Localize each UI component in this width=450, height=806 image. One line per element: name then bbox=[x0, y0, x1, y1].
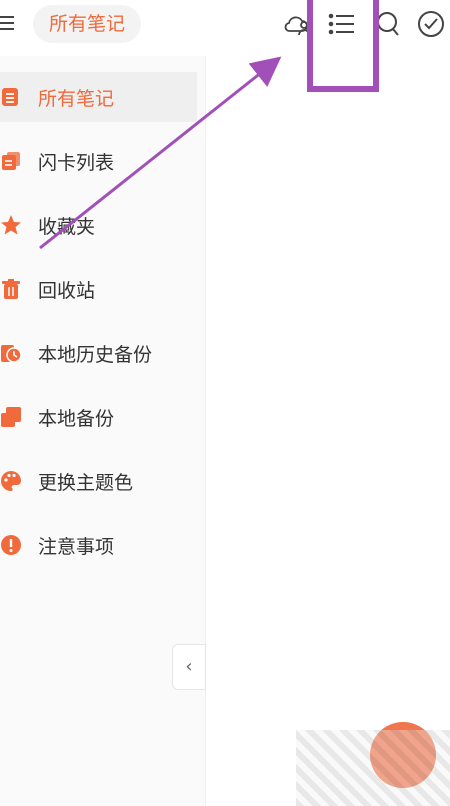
star-icon bbox=[0, 214, 22, 236]
sidebar-item-notes-attention[interactable]: 注意事项 bbox=[0, 520, 197, 570]
sidebar-item-theme-color[interactable]: 更换主题色 bbox=[0, 456, 197, 506]
sidebar-item-label: 所有笔记 bbox=[38, 87, 115, 110]
sidebar-item-label: 本地备份 bbox=[38, 407, 115, 430]
sidebar-item-all-notes[interactable]: 所有笔记 bbox=[0, 72, 197, 122]
sidebar-item-label: 回收站 bbox=[38, 279, 96, 302]
sidebar-item-label: 收藏夹 bbox=[38, 215, 96, 238]
top-bar: 所有笔记 bbox=[0, 0, 450, 56]
history-icon bbox=[0, 342, 22, 364]
trash-icon bbox=[0, 278, 22, 300]
highlight-box bbox=[307, 0, 379, 92]
sidebar-item-local-history-backup[interactable]: 本地历史备份 bbox=[0, 328, 197, 378]
sidebar-item-label: 注意事项 bbox=[38, 535, 115, 558]
palette-icon bbox=[0, 470, 22, 492]
page-title[interactable]: 所有笔记 bbox=[33, 5, 142, 43]
sidebar-item-label: 本地历史备份 bbox=[38, 343, 153, 366]
check-circle-icon[interactable] bbox=[416, 9, 446, 39]
alert-icon bbox=[0, 534, 22, 556]
backup-icon bbox=[0, 406, 22, 428]
sidebar: 所有笔记 闪卡列表 收藏夹 回收站 本地历史备份 本地备份 更换主题色 注意事项… bbox=[0, 56, 206, 806]
sidebar-item-label: 更换主题色 bbox=[38, 471, 134, 494]
sidebar-item-trash[interactable]: 回收站 bbox=[0, 264, 197, 314]
notes-icon bbox=[0, 86, 22, 108]
sidebar-item-flashcards[interactable]: 闪卡列表 bbox=[0, 136, 197, 186]
search-icon[interactable] bbox=[376, 9, 406, 39]
collapse-sidebar-button[interactable]: ‹ bbox=[172, 644, 206, 690]
sidebar-item-favorites[interactable]: 收藏夹 bbox=[0, 200, 197, 250]
watermark bbox=[296, 730, 450, 806]
sidebar-item-local-backup[interactable]: 本地备份 bbox=[0, 392, 197, 442]
menu-icon[interactable] bbox=[0, 12, 20, 36]
sidebar-item-label: 闪卡列表 bbox=[38, 151, 115, 174]
flashcard-icon bbox=[0, 150, 22, 172]
